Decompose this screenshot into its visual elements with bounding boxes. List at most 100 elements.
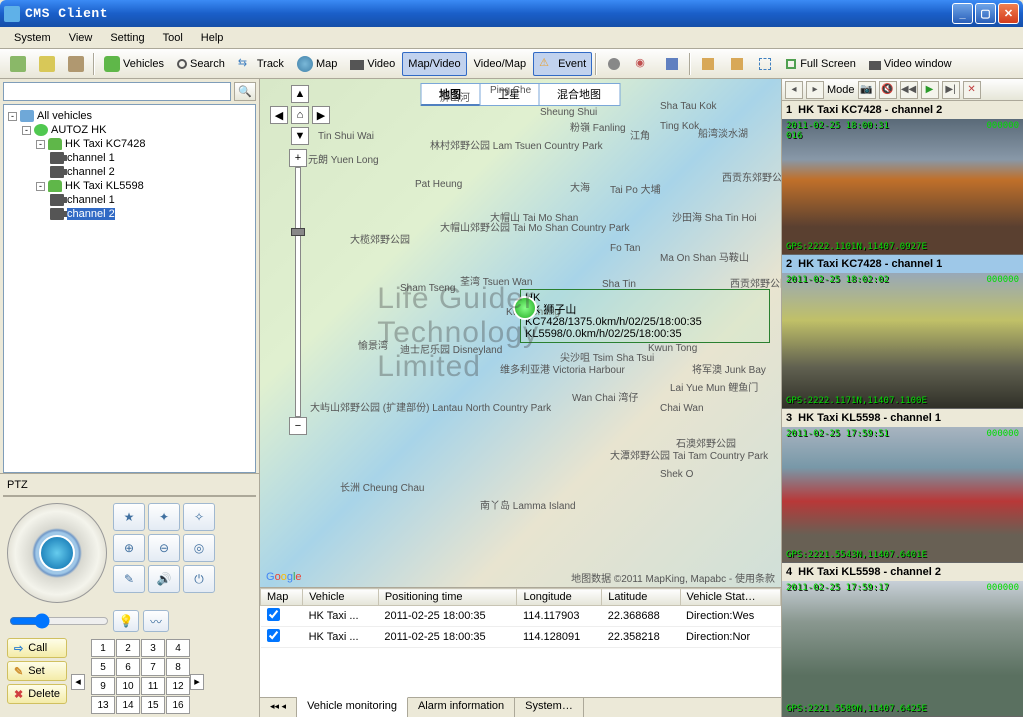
- layout1-button[interactable]: [694, 52, 722, 76]
- video-cell-2[interactable]: 2HK Taxi KC7428 - channel 12011-02-25 18…: [782, 255, 1023, 409]
- maximize-button[interactable]: ▢: [975, 3, 996, 24]
- map-zoom-in[interactable]: +: [289, 149, 307, 167]
- video-button[interactable]: Video: [344, 52, 401, 76]
- ptz-wiper-button[interactable]: 〰: [143, 610, 169, 632]
- tree-vehicle-2[interactable]: -HK Taxi KL5598: [36, 179, 251, 193]
- tab-alarm-info[interactable]: Alarm information: [408, 698, 515, 717]
- tab-vehicle-monitoring[interactable]: Vehicle monitoring: [297, 697, 408, 717]
- tree-search-button[interactable]: 🔍: [234, 82, 256, 101]
- vehicle-tree[interactable]: -All vehicles -AUTOZ HK -HK Taxi KC7428 …: [3, 104, 256, 473]
- numpad-6[interactable]: 6: [116, 658, 140, 676]
- mode-play-button[interactable]: ▶: [921, 81, 939, 99]
- ptz-call-button[interactable]: ⇨Call: [7, 638, 67, 658]
- numpad-5[interactable]: 5: [91, 658, 115, 676]
- tree-v1-ch1[interactable]: channel 1: [50, 151, 251, 165]
- table-row[interactable]: HK Taxi ...2011-02-25 18:00:35114.128091…: [261, 627, 781, 648]
- map-video-button[interactable]: Map/Video: [402, 52, 466, 76]
- layout3-button[interactable]: [752, 52, 778, 76]
- row-map-checkbox[interactable]: [267, 629, 280, 642]
- ptz-zoom-in[interactable]: ⊕: [113, 534, 145, 562]
- numpad-11[interactable]: 11: [141, 677, 165, 695]
- numpad-14[interactable]: 14: [116, 696, 140, 714]
- col-vehicle[interactable]: Vehicle: [303, 589, 379, 606]
- fullscreen-button[interactable]: Full Screen: [779, 52, 862, 76]
- tree-v2-ch2[interactable]: channel 2: [50, 207, 251, 221]
- map-button[interactable]: Map: [291, 52, 343, 76]
- numpad-13[interactable]: 13: [91, 696, 115, 714]
- video-cell-1[interactable]: 1HK Taxi KC7428 - channel 22011-02-25 18…: [782, 101, 1023, 255]
- map-pan-right[interactable]: ▶: [312, 106, 330, 124]
- map-zoom-out[interactable]: −: [289, 417, 307, 435]
- ptz-speed-slider[interactable]: [9, 613, 109, 629]
- ptz-preset-star3[interactable]: ✧: [183, 503, 215, 531]
- menu-tool[interactable]: Tool: [155, 30, 191, 46]
- video-feed[interactable]: 2011-02-25 17:59:51000000GPS:2221.5543N,…: [782, 427, 1023, 562]
- menu-setting[interactable]: Setting: [102, 30, 152, 46]
- map-vehicle-marker[interactable]: HK HK 狮子山 KC7428/1375.0km/h/02/25/18:00:…: [520, 289, 770, 343]
- ptz-focus[interactable]: ◎: [183, 534, 215, 562]
- tool-copy[interactable]: [33, 52, 61, 76]
- col-lat[interactable]: Latitude: [602, 589, 680, 606]
- numpad-right[interactable]: ▸: [190, 674, 204, 690]
- track-button[interactable]: ⇆Track: [232, 52, 290, 76]
- event-button[interactable]: ⚠Event: [533, 52, 592, 76]
- tree-root[interactable]: -All vehicles: [8, 109, 251, 123]
- minimize-button[interactable]: _: [952, 3, 973, 24]
- mode-mute-button[interactable]: 🔇: [879, 81, 897, 99]
- menu-help[interactable]: Help: [193, 30, 232, 46]
- mode-rewind-button[interactable]: ◀◀: [900, 81, 918, 99]
- map-zoom-slider[interactable]: [295, 167, 301, 417]
- ptz-light-button[interactable]: 💡: [113, 610, 139, 632]
- tool-grid[interactable]: [62, 52, 90, 76]
- row-map-checkbox[interactable]: [267, 608, 280, 621]
- video-feed[interactable]: 2011-02-25 18:00:31016000000GPS:2222.110…: [782, 119, 1023, 254]
- map-area[interactable]: ▲ ▼ ◀ ▶ ⌂ + − 地图 卫星 混合地图 Ping Che 屏山河: [260, 79, 781, 587]
- col-time[interactable]: Positioning time: [378, 589, 517, 606]
- numpad-left[interactable]: ◂: [71, 674, 85, 690]
- mode-skip-button[interactable]: ▶|: [942, 81, 960, 99]
- ptz-preset-star2[interactable]: ✦: [148, 503, 180, 531]
- vehicles-button[interactable]: Vehicles: [98, 52, 170, 76]
- table-row[interactable]: HK Taxi ...2011-02-25 18:00:35114.117903…: [261, 606, 781, 627]
- numpad-9[interactable]: 9: [91, 677, 115, 695]
- search-button[interactable]: Search: [171, 52, 231, 76]
- tree-vehicle-1[interactable]: -HK Taxi KC7428: [36, 137, 251, 151]
- tab-system[interactable]: System…: [515, 698, 584, 717]
- numpad-2[interactable]: 2: [116, 639, 140, 657]
- numpad-3[interactable]: 3: [141, 639, 165, 657]
- mode-close-button[interactable]: ✕: [963, 81, 981, 99]
- numpad-15[interactable]: 15: [141, 696, 165, 714]
- snapshot-button[interactable]: ◉: [629, 52, 657, 76]
- layout2-button[interactable]: [723, 52, 751, 76]
- numpad-7[interactable]: 7: [141, 658, 165, 676]
- tree-v2-ch1[interactable]: channel 1: [50, 193, 251, 207]
- video-cell-3[interactable]: 3HK Taxi KL5598 - channel 12011-02-25 17…: [782, 409, 1023, 563]
- video-map-button[interactable]: Video/Map: [468, 52, 532, 76]
- tool-new[interactable]: [4, 52, 32, 76]
- tab-scroll-left[interactable]: ◂◂ ◂: [260, 698, 297, 717]
- map-pan-up[interactable]: ▲: [291, 85, 309, 103]
- col-lon[interactable]: Longitude: [517, 589, 602, 606]
- mode-snapshot-button[interactable]: 📷: [858, 81, 876, 99]
- ptz-brush[interactable]: ✎: [113, 565, 145, 593]
- ptz-power[interactable]: ⏻: [183, 565, 215, 593]
- video-feed[interactable]: 2011-02-25 18:02:02000000GPS:2222.1171N,…: [782, 273, 1023, 408]
- ptz-preset-star[interactable]: ★: [113, 503, 145, 531]
- map-tab-hybrid[interactable]: 混合地图: [538, 83, 620, 106]
- map-pan-left[interactable]: ◀: [270, 106, 288, 124]
- ptz-wheel[interactable]: [7, 503, 107, 603]
- numpad-12[interactable]: 12: [166, 677, 190, 695]
- ptz-set-button[interactable]: ✎Set: [7, 661, 67, 681]
- menu-view[interactable]: View: [61, 30, 101, 46]
- tree-search-input[interactable]: [3, 82, 231, 101]
- tree-v1-ch2[interactable]: channel 2: [50, 165, 251, 179]
- video-feed[interactable]: 2011-02-25 17:59:17000000GPS:2221.5589N,…: [782, 581, 1023, 716]
- video-prev-button[interactable]: ◂: [785, 81, 803, 99]
- col-map[interactable]: Map: [261, 589, 303, 606]
- col-stat[interactable]: Vehicle Stat…: [680, 589, 780, 606]
- ptz-delete-button[interactable]: ✖Delete: [7, 684, 67, 704]
- tree-group[interactable]: -AUTOZ HK: [22, 123, 251, 137]
- numpad-4[interactable]: 4: [166, 639, 190, 657]
- numpad-10[interactable]: 10: [116, 677, 140, 695]
- ptz-sound[interactable]: 🔊: [148, 565, 180, 593]
